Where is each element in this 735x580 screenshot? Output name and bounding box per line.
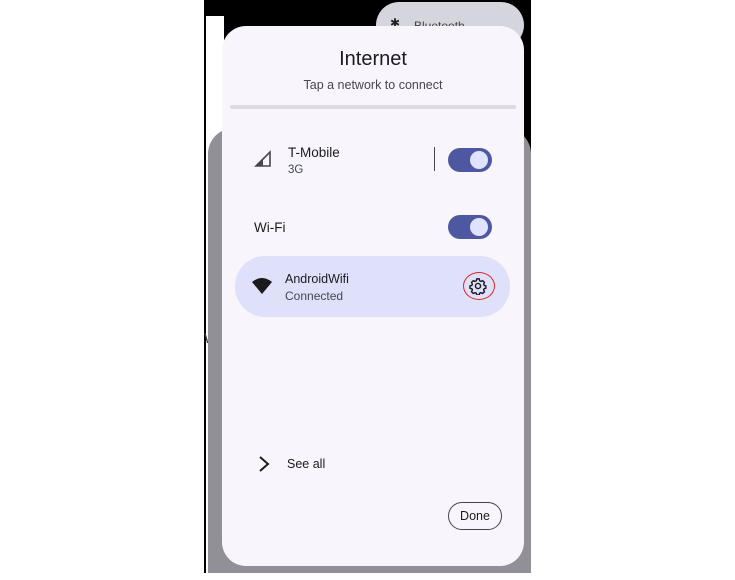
dialog-title: Internet	[339, 48, 407, 70]
network-settings-button[interactable]	[463, 272, 495, 300]
dialog-divider	[230, 105, 516, 109]
toggle-knob	[470, 151, 488, 169]
wifi-row: Wi-Fi	[222, 214, 524, 240]
highlight-circle	[463, 272, 495, 300]
mobile-carrier-name: T-Mobile	[288, 145, 340, 160]
dialog-subtitle: Tap a network to connect	[303, 78, 443, 92]
cell-signal-icon	[254, 150, 271, 167]
connected-network-card[interactable]: AndroidWifi Connected	[235, 256, 510, 317]
see-all-label: See all	[287, 457, 326, 471]
mobile-network-row[interactable]: T-Mobile 3G	[222, 138, 524, 182]
mobile-network-type: 3G	[288, 164, 304, 176]
see-all-button[interactable]: See all	[254, 453, 374, 475]
done-button[interactable]: Done	[448, 502, 502, 530]
chevron-right-icon	[259, 456, 270, 472]
internet-dialog: Internet Tap a network to connect T-Mobi…	[222, 26, 524, 566]
mobile-data-toggle[interactable]	[448, 148, 492, 172]
wifi-label: Wi-Fi	[254, 220, 286, 235]
network-name: AndroidWifi	[285, 272, 349, 286]
wifi-toggle[interactable]	[448, 215, 492, 239]
toggle-knob	[470, 218, 488, 236]
mobile-vertical-divider	[434, 147, 435, 171]
network-status: Connected	[285, 289, 344, 303]
wifi-icon	[252, 278, 272, 294]
